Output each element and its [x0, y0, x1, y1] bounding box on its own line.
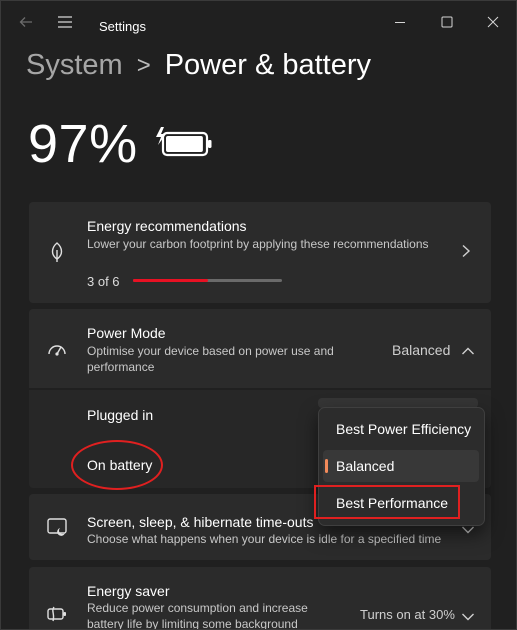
screen-sleep-description: Choose what happens when your device is … — [87, 532, 442, 546]
settings-window: Settings System > Power & battery 97% En… — [0, 0, 517, 630]
breadcrumb-separator-icon: > — [136, 51, 151, 79]
app-title: Settings — [99, 19, 146, 34]
energy-saver-value: Turns on at 30% — [360, 607, 455, 622]
chevron-right-icon — [461, 244, 471, 261]
screen-sleep-icon — [47, 518, 67, 536]
energy-saver-icon — [47, 606, 66, 622]
chevron-down-icon[interactable] — [461, 609, 475, 625]
energy-recommendations-description: Lower your carbon footprint by applying … — [87, 237, 429, 251]
option-balanced[interactable]: Balanced — [323, 450, 479, 482]
title-bar: Settings — [1, 1, 516, 45]
option-balanced-label: Balanced — [336, 458, 395, 474]
page-title: Power & battery — [164, 49, 372, 81]
energy-saver-title: Energy saver — [87, 583, 170, 599]
option-best-power-efficiency[interactable]: Best Power Efficiency — [323, 413, 479, 445]
power-mode-value: Balanced — [392, 342, 451, 358]
gauge-icon — [48, 345, 66, 356]
screen-sleep-title: Screen, sleep, & hibernate time-outs — [87, 514, 314, 530]
battery-charging-icon — [156, 127, 212, 157]
highlight-box-annotation — [314, 485, 460, 519]
energy-saver-description: Reduce power consumption and increase ba… — [87, 601, 308, 630]
power-mode-title: Power Mode — [87, 325, 166, 341]
recommendations-progress-bar — [133, 279, 282, 282]
energy-recommendations-card[interactable]: Energy recommendations Lower your carbon… — [29, 202, 491, 303]
power-mode-description: Optimise your device based on power use … — [87, 344, 334, 374]
hamburger-menu-icon[interactable] — [50, 7, 80, 37]
maximize-icon[interactable] — [432, 7, 462, 37]
power-mode-card[interactable]: Power Mode Optimise your device based on… — [29, 309, 491, 388]
plugged-in-label: Plugged in — [87, 407, 154, 423]
breadcrumb: System > Power & battery — [26, 49, 371, 82]
leaf-icon — [51, 242, 63, 262]
chevron-up-icon[interactable] — [461, 343, 475, 359]
breadcrumb-parent-system[interactable]: System — [26, 49, 123, 82]
recommendations-progress-fill — [133, 279, 208, 282]
selected-indicator — [325, 459, 328, 473]
energy-saver-card[interactable]: Energy saver Reduce power consumption an… — [29, 567, 491, 630]
energy-recommendations-title: Energy recommendations — [87, 218, 247, 234]
recommendations-progress-label: 3 of 6 — [87, 274, 120, 289]
highlight-circle-annotation — [71, 440, 163, 490]
battery-percentage: 97% — [28, 114, 138, 174]
close-icon[interactable] — [478, 7, 508, 37]
minimize-icon[interactable] — [385, 7, 415, 37]
back-arrow-icon[interactable] — [11, 7, 41, 37]
